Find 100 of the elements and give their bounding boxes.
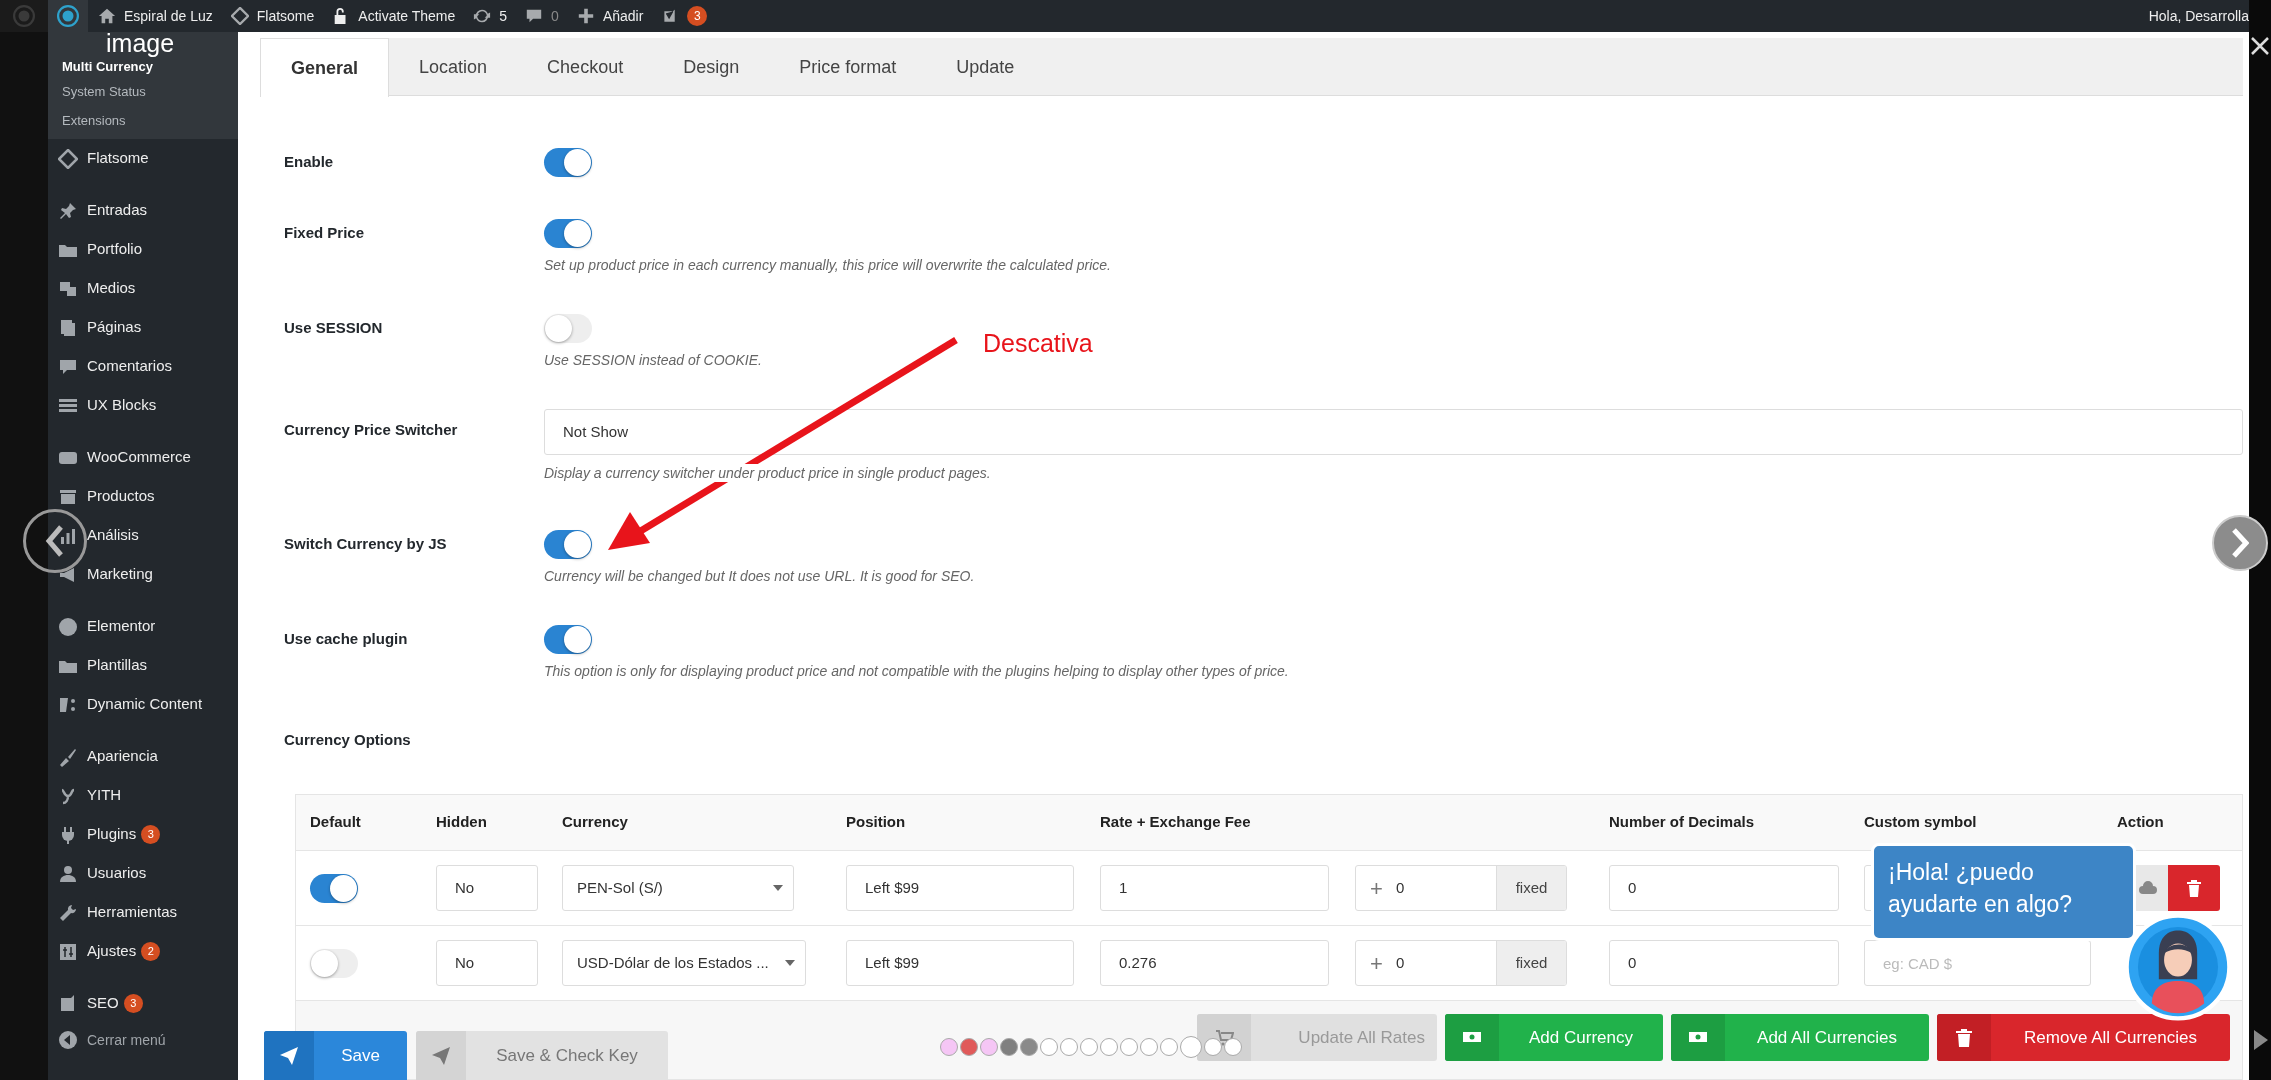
toggle-switch[interactable] [544, 219, 592, 248]
sidebar-item[interactable]: Comentarios [87, 355, 173, 378]
fee-type-addon[interactable]: fixed [1496, 941, 1566, 985]
admin-bar-link[interactable]: Añadir [602, 5, 644, 27]
diamond-icon [58, 148, 78, 169]
sidebar-item[interactable]: Ajustes [87, 940, 137, 963]
sidebar-item[interactable]: Portfolio [87, 238, 143, 261]
wordpress-menu-button[interactable] [48, 0, 88, 32]
sidebar-item[interactable]: Herramientas [87, 901, 178, 924]
toggle-switch[interactable] [544, 530, 592, 559]
sidebar-item[interactable]: Análisis [87, 524, 139, 547]
paper-plane-icon [431, 1045, 451, 1066]
sidebar-item[interactable]: Plugins [87, 823, 137, 846]
setting-label: Use SESSION [284, 318, 384, 339]
admin-bar-link[interactable]: Activate Theme [358, 5, 456, 27]
sidebar-item[interactable]: YITH [87, 784, 122, 807]
sidebar-item[interactable]: Elementor [87, 615, 156, 638]
admin-bar-link[interactable]: Espiral de Luz [124, 5, 213, 27]
settings-tab[interactable]: Checkout [517, 38, 654, 96]
count-badge: 3 [123, 994, 143, 1013]
submenu-item[interactable]: Multi Currency [48, 57, 238, 77]
sidebar-item[interactable]: Dynamic Content [87, 693, 203, 716]
sidebar-item[interactable]: Entradas [87, 199, 148, 222]
rate-field[interactable]: 1 [1100, 865, 1329, 911]
fee-type-addon[interactable]: fixed [1496, 866, 1566, 910]
sidebar-item[interactable]: Páginas [87, 316, 142, 339]
position-field[interactable]: Left $99 [846, 865, 1074, 911]
hidden-field[interactable]: No [436, 940, 538, 986]
admin-bar-link[interactable]: Flatsome [256, 5, 315, 27]
settings-tab[interactable]: Location [389, 38, 518, 96]
wordpress-icon [57, 5, 79, 27]
caret-icon [773, 885, 783, 891]
person-icon [58, 863, 78, 884]
close-icon[interactable] [2251, 37, 2269, 55]
settings-tab[interactable]: Price format [769, 38, 927, 96]
table-action-button[interactable]: Remove All Currencies [1937, 1014, 2230, 1061]
chat-message-tooltip[interactable]: ¡Hola! ¿puedo ayudarte en algo? [1871, 843, 2136, 941]
paper-plane-icon [279, 1045, 299, 1066]
previous-button[interactable] [23, 509, 87, 573]
hidden-field[interactable]: No [436, 865, 538, 911]
plus-sign: + [1369, 874, 1384, 903]
sidebar-item[interactable]: Plantillas [87, 654, 148, 677]
count-badge: 3 [141, 825, 161, 844]
custom-symbol-field[interactable]: eg: CAD $ [1864, 940, 2091, 986]
setting-description: Use SESSION instead of COOKIE. [544, 351, 763, 369]
select-field[interactable]: Not Show [544, 409, 2243, 455]
toggle-switch[interactable] [310, 873, 358, 903]
home-icon[interactable] [98, 7, 116, 25]
rate-field[interactable]: 0.276 [1100, 940, 1329, 986]
sidebar-item[interactable]: Marketing [87, 563, 153, 586]
admin-bar-link[interactable]: 0 [551, 5, 559, 27]
sidebar-item[interactable]: Flatsome [87, 147, 149, 170]
admin-bar-link[interactable]: 5 [499, 5, 508, 27]
annotation-text: Descativa [983, 328, 1093, 358]
sidebar-item[interactable]: Productos [87, 485, 155, 508]
decimals-field[interactable]: 0 [1609, 940, 1839, 986]
sidebar-item[interactable]: UX Blocks [87, 394, 157, 417]
toggle-switch[interactable] [544, 625, 592, 654]
brush-icon [58, 746, 78, 767]
save-button[interactable]: Save [264, 1031, 407, 1080]
setting-description: Display a currency switcher under product price in single product pages. [544, 464, 991, 482]
fee-field[interactable]: + 0 fixed [1355, 940, 1567, 986]
plus-sign: + [1369, 949, 1384, 978]
sidebar-item[interactable]: WooCommerce [87, 446, 191, 469]
settings-tab[interactable]: Design [653, 38, 770, 96]
fee-value: 0 [1395, 877, 1406, 898]
sidebar-item[interactable]: SEO [87, 992, 119, 1015]
settings-tab[interactable]: Update [926, 38, 1045, 96]
toggle-switch[interactable] [544, 314, 592, 343]
section-heading: Currency Options [284, 730, 412, 750]
sidebar-item[interactable]: Usuarios [87, 862, 147, 885]
position-field[interactable]: Left $99 [846, 940, 1074, 986]
toggle-switch[interactable] [544, 148, 592, 177]
delete-button[interactable] [2168, 865, 2220, 911]
sidebar-item[interactable]: Medios [87, 277, 136, 300]
submenu-item[interactable]: System Status [48, 77, 238, 106]
submenu-item[interactable]: Extensions [48, 106, 238, 135]
refresh-icon[interactable] [473, 7, 492, 25]
column-header: Default [310, 812, 362, 833]
column-header: Custom symbol [1864, 812, 1978, 833]
play-icon[interactable] [2253, 1029, 2269, 1051]
fee-field[interactable]: + 0 fixed [1355, 865, 1567, 911]
count-badge: 2 [141, 942, 161, 961]
user-greeting[interactable]: Hola, Desarrolla [2148, 5, 2249, 27]
decimals-field[interactable]: 0 [1609, 865, 1839, 911]
toggle-switch[interactable] [310, 948, 358, 978]
settings-tab[interactable]: General [260, 38, 390, 97]
sidebar-item[interactable]: Apariencia [87, 745, 158, 768]
setting-label: Use cache plugin [284, 629, 409, 650]
currency-select[interactable]: USD-Dólar de los Estados ... [562, 940, 806, 986]
save-check-key-button[interactable]: Save & Check Key [416, 1031, 668, 1080]
wrench-icon [58, 902, 78, 923]
column-header: Action [2117, 812, 2165, 833]
currency-select[interactable]: PEN-Sol (S/) [562, 865, 794, 911]
chevron-right-icon [2231, 528, 2249, 558]
plus-icon[interactable] [576, 7, 595, 25]
diamond-icon[interactable] [230, 7, 249, 25]
collapse-menu-link[interactable]: Cerrar menú [87, 1029, 166, 1051]
caret-icon [785, 960, 795, 966]
pushpin-icon [58, 200, 78, 221]
